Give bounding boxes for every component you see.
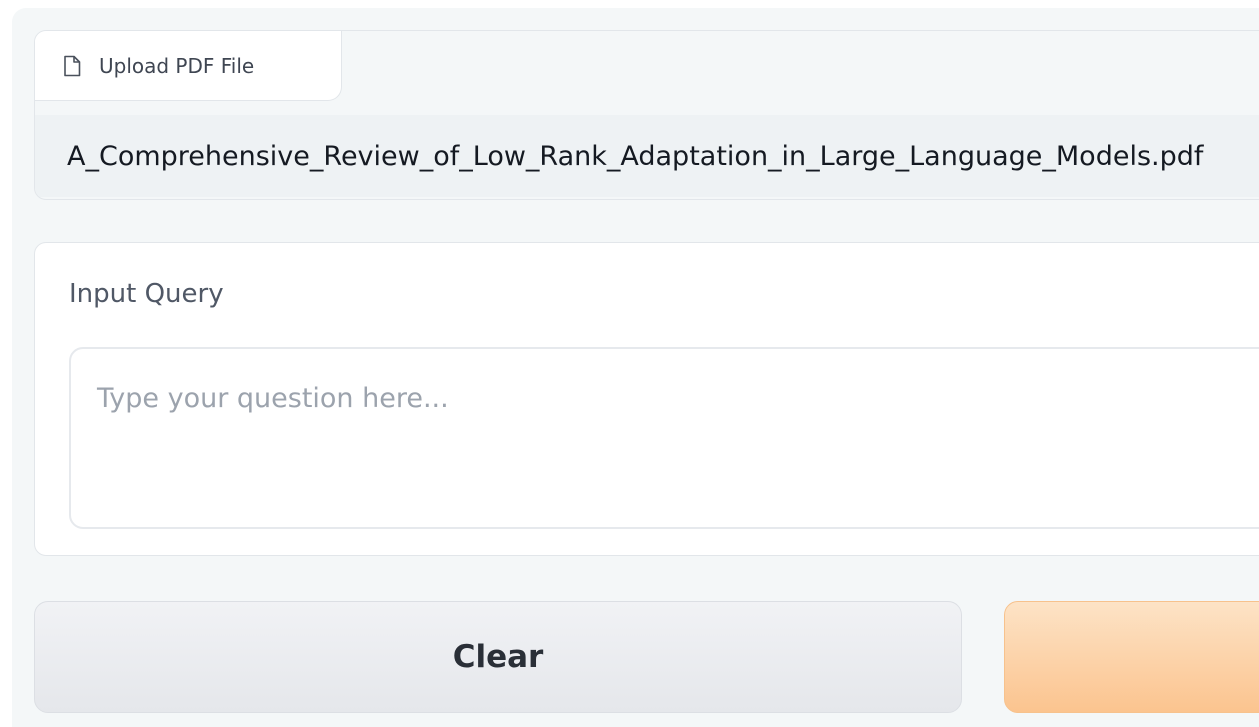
upload-pdf-tab: Upload PDF File xyxy=(35,31,342,101)
app-root: Upload PDF File A_Comprehensive_Review_o… xyxy=(0,0,1259,727)
input-query-label: Input Query xyxy=(69,279,224,309)
query-block: Input Query xyxy=(34,242,1259,556)
uploaded-file-name[interactable]: A_Comprehensive_Review_of_Low_Rank_Adapt… xyxy=(67,141,1203,172)
upload-pdf-label: Upload PDF File xyxy=(99,53,255,78)
submit-button[interactable] xyxy=(1004,601,1259,713)
clear-button[interactable]: Clear xyxy=(34,601,962,713)
file-icon xyxy=(63,55,81,77)
uploaded-file-row[interactable]: A_Comprehensive_Review_of_Low_Rank_Adapt… xyxy=(35,115,1259,197)
file-upload-block[interactable]: Upload PDF File A_Comprehensive_Review_o… xyxy=(34,30,1259,200)
query-input[interactable] xyxy=(69,347,1259,529)
